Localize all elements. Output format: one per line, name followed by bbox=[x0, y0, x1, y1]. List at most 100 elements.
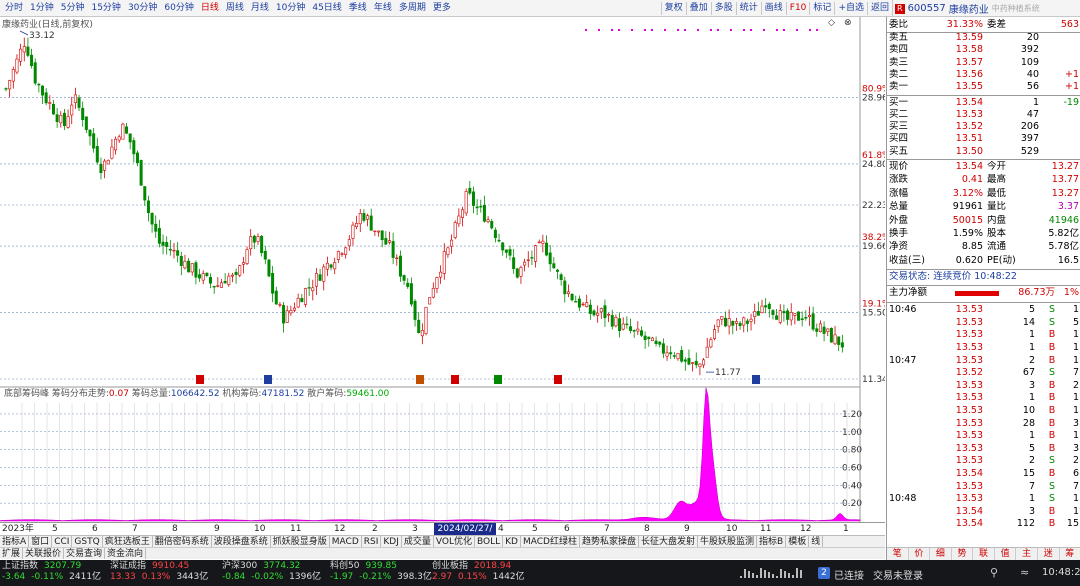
close-icon[interactable]: ⊗ bbox=[844, 18, 852, 28]
period-tab-0[interactable]: 分时 bbox=[2, 2, 26, 15]
tool-button-8[interactable]: 返回 bbox=[866, 2, 892, 15]
price-chart[interactable]: 28.9680.9% 24.8061.8% 22.23 19.6638.2% 15.50… bbox=[0, 17, 891, 522]
candle bbox=[307, 287, 311, 289]
tool-button-3[interactable]: 统计 bbox=[735, 2, 761, 15]
function-tab-2[interactable]: 交易查询 bbox=[64, 548, 106, 559]
indicator-tab-11[interactable]: 成交量 bbox=[402, 536, 434, 547]
panel-tab-3[interactable]: 势 bbox=[952, 548, 974, 560]
candle bbox=[187, 260, 191, 273]
function-tab-3[interactable]: 资金流向 bbox=[105, 548, 147, 559]
indicator-tab-8[interactable]: MACD bbox=[330, 536, 362, 547]
indicator-tab-4[interactable]: 疯狂选板王 bbox=[103, 536, 153, 547]
indicator-tab-12[interactable]: VOL优化 bbox=[434, 536, 475, 547]
candle bbox=[654, 340, 658, 344]
index-item[interactable]: 沪深300 3774.32 -0.84 -0.02% 1396亿 bbox=[222, 561, 321, 583]
tool-button-5[interactable]: F10 bbox=[785, 2, 810, 15]
panel-tab-4[interactable]: 联 bbox=[973, 548, 995, 560]
tool-button-6[interactable]: 标记 bbox=[809, 2, 834, 15]
candle bbox=[161, 241, 165, 246]
panel-tab-6[interactable]: 主 bbox=[1016, 548, 1038, 560]
indicator-tab-3[interactable]: GSTQ bbox=[72, 536, 103, 547]
index-item[interactable]: 深证成指 9910.45 13.33 0.13% 3443亿 bbox=[110, 561, 208, 583]
period-tab-8[interactable]: 月线 bbox=[248, 2, 272, 15]
event-marker-icon[interactable] bbox=[196, 375, 204, 384]
indicator-tab-18[interactable]: 牛股妖股监测 bbox=[698, 536, 758, 547]
indicator-tab-1[interactable]: 窗口 bbox=[29, 536, 53, 547]
index-value: 939.85 bbox=[365, 561, 397, 571]
panel-tab-8[interactable]: 筹 bbox=[1060, 548, 1080, 560]
event-marker-icon[interactable] bbox=[451, 375, 459, 384]
indicator-tab-6[interactable]: 波段操盘系统 bbox=[212, 536, 271, 547]
period-tab-4[interactable]: 30分钟 bbox=[125, 2, 160, 15]
period-tab-7[interactable]: 周线 bbox=[223, 2, 247, 15]
chip-total-label: 筹码总量: bbox=[132, 387, 171, 399]
event-marker-icon[interactable] bbox=[554, 375, 562, 384]
index-item[interactable]: 创业板指 2018.94 2.97 0.15% 1442亿 bbox=[432, 561, 525, 583]
search-icon[interactable]: ⚲ bbox=[990, 566, 998, 579]
period-tab-14[interactable]: 更多 bbox=[430, 2, 454, 15]
event-marker-icon[interactable] bbox=[264, 375, 272, 384]
panel-tab-5[interactable]: 值 bbox=[995, 548, 1017, 560]
panel-tab-2[interactable]: 细 bbox=[930, 548, 952, 560]
indicator-tab-7[interactable]: 抓妖股显身版 bbox=[271, 536, 330, 547]
chart-area[interactable]: 28.9680.9% 24.8061.8% 22.23 19.6638.2% 15.50… bbox=[0, 17, 891, 522]
period-tab-5[interactable]: 60分钟 bbox=[161, 2, 196, 15]
indicator-tab-0[interactable]: 指标A bbox=[0, 536, 30, 547]
event-marker-icon[interactable] bbox=[752, 375, 760, 384]
panel-tab-1[interactable]: 价 bbox=[909, 548, 931, 560]
sound-icon[interactable] bbox=[740, 566, 810, 580]
indicator-tab-17[interactable]: 长征大盘发射 bbox=[639, 536, 698, 547]
period-tab-9[interactable]: 10分钟 bbox=[273, 2, 308, 15]
period-tab-11[interactable]: 季线 bbox=[346, 2, 370, 15]
connection-badge[interactable]: 2 bbox=[818, 567, 830, 579]
period-tab-12[interactable]: 年线 bbox=[371, 2, 395, 15]
indicator-tab-5[interactable]: 翻倍密码系统 bbox=[153, 536, 212, 547]
indicator-tab-20[interactable]: 模板 bbox=[786, 536, 810, 547]
candle bbox=[11, 69, 15, 82]
candle bbox=[731, 321, 735, 326]
candle bbox=[512, 257, 516, 269]
candle bbox=[223, 280, 227, 284]
candle bbox=[409, 283, 413, 305]
period-tab-6[interactable]: 日线 bbox=[198, 2, 222, 15]
tool-button-4[interactable]: 画线 bbox=[760, 2, 786, 15]
event-marker-icon[interactable] bbox=[494, 375, 502, 384]
candle bbox=[837, 336, 841, 345]
indicator-tab-19[interactable]: 指标B bbox=[757, 536, 787, 547]
period-tab-10[interactable]: 45日线 bbox=[309, 2, 344, 15]
date-tick: 4 bbox=[498, 524, 504, 534]
tick-direction: S bbox=[1048, 367, 1056, 379]
index-item[interactable]: 上证指数 3207.79 -3.64 -0.11% 2411亿 bbox=[2, 561, 101, 583]
indicator-tab-2[interactable]: CCI bbox=[52, 536, 73, 547]
connection-status[interactable]: 已连接 bbox=[834, 567, 864, 582]
candle bbox=[318, 274, 322, 281]
panel-tab-0[interactable]: 笔 bbox=[887, 548, 909, 560]
trade-login-status[interactable]: 交易未登录 bbox=[873, 567, 923, 582]
tool-button-1[interactable]: 叠加 bbox=[685, 2, 711, 15]
tool-button-7[interactable]: +自选 bbox=[834, 2, 867, 15]
candle bbox=[249, 236, 253, 250]
event-marker-icon[interactable] bbox=[416, 375, 424, 384]
indicator-tab-16[interactable]: 趋势私家操盘 bbox=[580, 536, 639, 547]
tool-button-0[interactable]: 复权 bbox=[660, 2, 686, 15]
indicator-tab-13[interactable]: BOLL bbox=[475, 536, 504, 547]
index-item[interactable]: 科创50 939.85 -1.97 -0.21% 398.3亿 bbox=[330, 561, 432, 583]
indicator-tab-15[interactable]: MACD红绿柱 bbox=[521, 536, 580, 547]
period-tab-2[interactable]: 5分钟 bbox=[58, 2, 88, 15]
function-tab-0[interactable]: 扩展 bbox=[0, 548, 24, 559]
panel-tab-7[interactable]: 迷 bbox=[1038, 548, 1060, 560]
candle bbox=[515, 268, 519, 278]
period-tab-3[interactable]: 15分钟 bbox=[88, 2, 123, 15]
indicator-tab-9[interactable]: RSI bbox=[362, 536, 382, 547]
quote-row: 总量 91961 量比 3.37 bbox=[887, 201, 1080, 213]
period-tab-13[interactable]: 多周期 bbox=[396, 2, 429, 15]
indicator-tab-14[interactable]: KD bbox=[503, 536, 521, 547]
diamond-icon[interactable]: ◇ bbox=[828, 18, 835, 28]
indicator-tab-10[interactable]: KDJ bbox=[381, 536, 402, 547]
candle bbox=[734, 321, 738, 324]
indicator-tab-21[interactable]: 线 bbox=[809, 536, 824, 547]
tool-button-2[interactable]: 多股 bbox=[710, 2, 736, 15]
candle bbox=[8, 80, 12, 90]
period-tab-1[interactable]: 1分钟 bbox=[27, 2, 57, 15]
function-tab-1[interactable]: 关联报价 bbox=[23, 548, 65, 559]
